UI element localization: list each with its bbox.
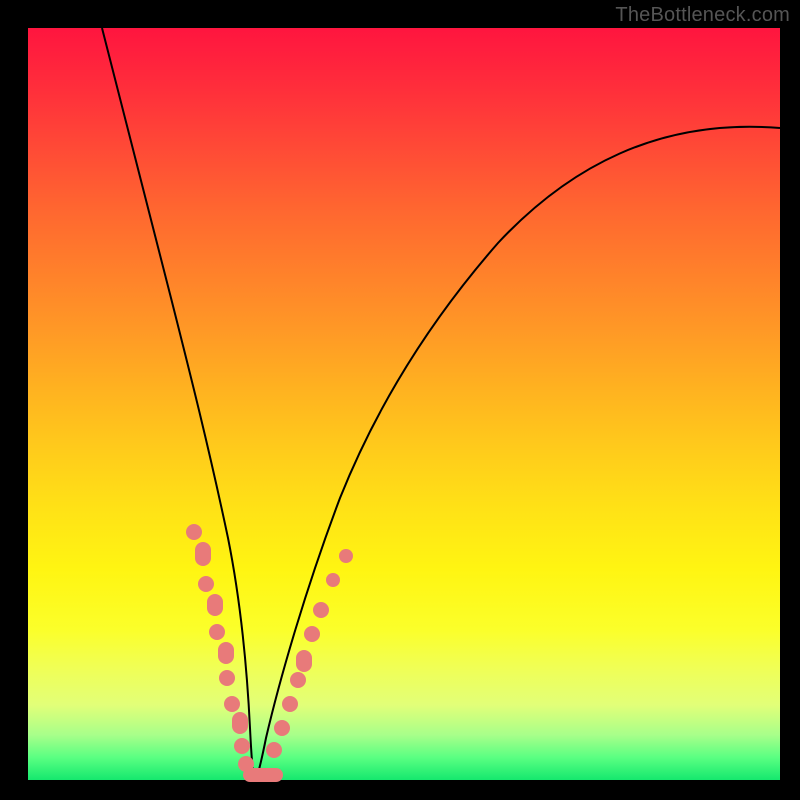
marker-dot bbox=[313, 602, 329, 618]
marker-dot bbox=[339, 549, 353, 563]
marker-group bbox=[186, 524, 353, 782]
marker-dot bbox=[234, 738, 250, 754]
marker-dot bbox=[266, 742, 282, 758]
watermark-text: TheBottleneck.com bbox=[615, 4, 790, 27]
marker-dot bbox=[282, 696, 298, 712]
marker-dot bbox=[274, 720, 290, 736]
marker-dot bbox=[186, 524, 202, 540]
chart-frame: TheBottleneck.com bbox=[0, 0, 800, 800]
marker-dot bbox=[209, 624, 225, 640]
marker-pill bbox=[195, 542, 211, 566]
marker-pill bbox=[207, 594, 223, 616]
marker-pill bbox=[232, 712, 248, 734]
marker-pill bbox=[243, 768, 283, 782]
marker-dot bbox=[219, 670, 235, 686]
curve-svg bbox=[28, 28, 780, 780]
marker-dot bbox=[326, 573, 340, 587]
marker-pill bbox=[218, 642, 234, 664]
marker-dot bbox=[198, 576, 214, 592]
plot-area bbox=[28, 28, 780, 780]
marker-pill bbox=[296, 650, 312, 672]
marker-dot bbox=[224, 696, 240, 712]
marker-dot bbox=[304, 626, 320, 642]
bottleneck-curve bbox=[102, 28, 780, 780]
marker-dot bbox=[290, 672, 306, 688]
